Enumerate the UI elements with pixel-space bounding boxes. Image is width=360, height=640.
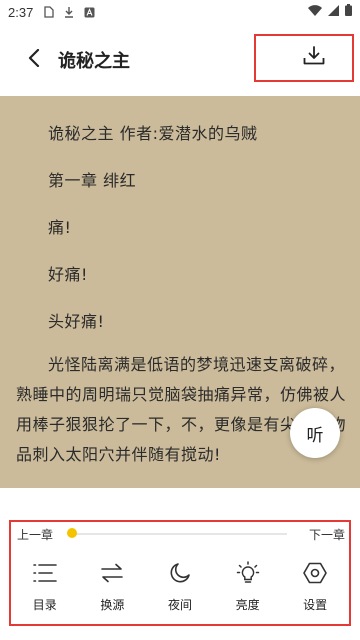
content-line: 痛! [48,218,72,237]
battery-icon [345,4,352,20]
menu-brightness[interactable]: 亮度 [214,560,282,624]
list-icon [32,560,58,586]
app-bar: 诡秘之主 [0,24,360,96]
lightbulb-icon [235,560,261,586]
menu-night-mode[interactable]: 夜间 [146,560,214,624]
download-icon [303,46,325,70]
status-time: 2:37 [8,4,34,20]
moon-icon [167,560,193,586]
chevron-left-icon [28,48,40,71]
menu-label: 夜间 [167,598,192,612]
bottom-menu: 目录 换源 夜间 亮度 设置 [11,560,349,624]
download-button[interactable] [302,46,326,70]
menu-catalog[interactable]: 目录 [11,560,79,624]
menu-label: 目录 [32,598,57,612]
menu-change-source[interactable]: 换源 [79,560,147,624]
chapter-title: 第一章 绯红 [48,171,137,190]
bottom-highlight-box: 上一章 下一章 目录 换源 夜间 亮度 设置 [9,520,351,626]
slider-thumb[interactable] [67,528,77,538]
app-a-icon [83,6,95,18]
next-chapter-button[interactable]: 下一章 [309,526,345,543]
status-bar: 2:37 [0,0,360,24]
prev-chapter-button[interactable]: 上一章 [17,526,53,543]
chapter-navigation: 上一章 下一章 [11,526,349,544]
download-highlight-box [254,34,354,82]
content-line: 头好痛! [48,312,105,331]
signal-icon [328,4,339,20]
download-icon [63,6,75,18]
wifi-icon [308,4,322,20]
content-line: 好痛! [48,265,88,284]
menu-label: 换源 [100,598,125,612]
settings-icon [302,560,328,586]
sim-card-icon [43,6,55,18]
bottom-panel: 上一章 下一章 目录 换源 夜间 亮度 设置 [0,488,360,640]
swap-icon [99,560,125,586]
menu-label: 设置 [303,598,328,612]
menu-settings[interactable]: 设置 [281,560,349,624]
menu-label: 亮度 [235,598,260,612]
chapter-progress-slider[interactable] [73,533,287,535]
back-button[interactable] [12,38,56,82]
book-info: 诡秘之主 作者:爱潜水的乌贼 [48,124,258,143]
page-title: 诡秘之主 [58,51,130,72]
listen-button[interactable]: 听 [290,408,340,458]
